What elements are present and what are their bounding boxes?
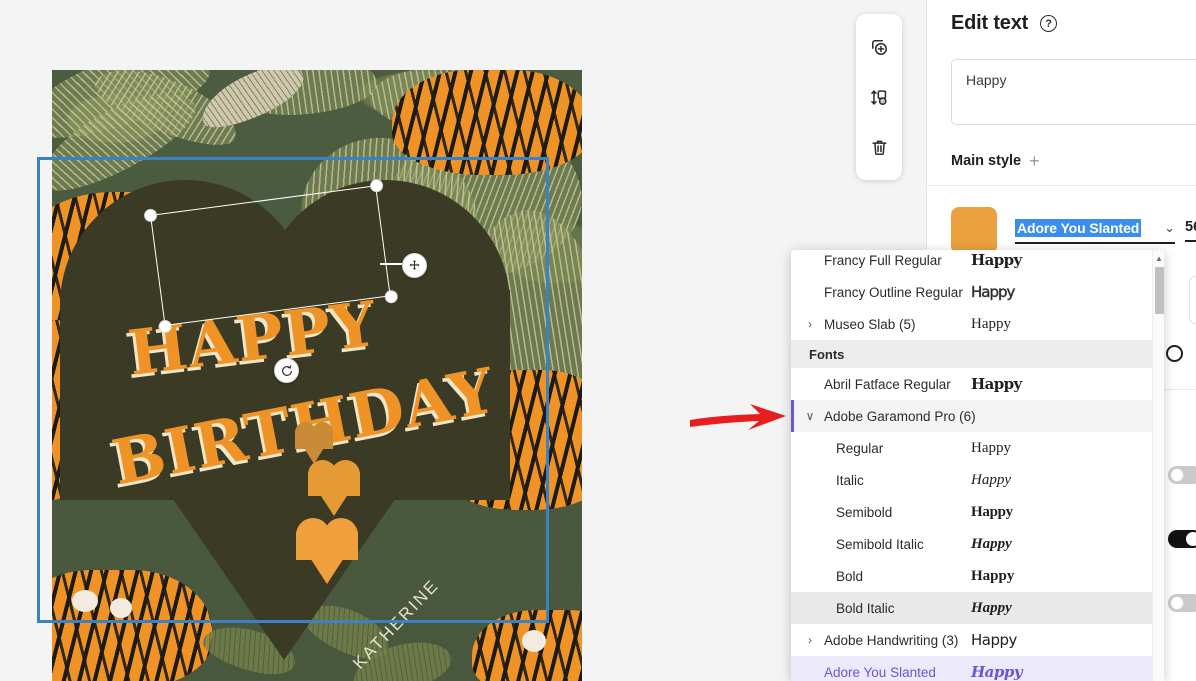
font-dropdown-item[interactable]: Abril Fatface Regular Happy: [791, 368, 1153, 400]
tiger-figure: [392, 70, 582, 175]
panel-header: Edit text ?: [951, 12, 1058, 35]
app-root: HAPPY BIRTHDAY: [0, 0, 1196, 681]
decorative-heart-small: [295, 422, 333, 464]
font-dropdown-item-label: Adobe Garamond Pro (6): [824, 408, 976, 424]
resize-handle-top-left[interactable]: [143, 208, 158, 223]
font-preview-sample: Happy: [971, 251, 1022, 269]
toggle-knob: [1186, 532, 1196, 546]
main-style-label: Main style: [951, 153, 1022, 169]
svg-text:KATHERINE: KATHERINE: [352, 576, 443, 673]
decorative-heart-large: [296, 518, 358, 584]
font-preview-sample: Happy: [971, 315, 1011, 332]
font-dropdown-item[interactable]: Francy Outline Regular Happy: [791, 276, 1153, 308]
font-dropdown-item-label: Regular: [836, 440, 884, 456]
toggle-option-3[interactable]: [1168, 594, 1196, 612]
dropdown-scrollbar[interactable]: ▲: [1152, 250, 1164, 681]
duplicate-icon[interactable]: [863, 31, 895, 63]
curved-name-label: KATHERINE: [352, 576, 441, 673]
page-title: Edit text: [951, 12, 1029, 34]
font-dropdown-item-label: Francy Full Regular: [824, 252, 942, 268]
font-preview-sample: Happy: [971, 375, 1022, 393]
toggle-option-1[interactable]: [1168, 466, 1196, 484]
font-preview-sample: Happy: [971, 503, 1013, 520]
toggle-option-2[interactable]: [1168, 530, 1196, 548]
font-preview-sample: Happy: [971, 283, 1016, 302]
font-preview-sample: Happy: [971, 567, 1015, 584]
font-dropdown-item-label: Bold: [836, 568, 864, 584]
toggle-knob: [1170, 468, 1184, 482]
font-dropdown-item[interactable]: Semibold Italic Happy: [791, 528, 1153, 560]
font-preview-sample: Happy: [971, 535, 1012, 552]
font-dropdown-item-label: Italic: [836, 472, 864, 488]
delete-icon[interactable]: [863, 131, 895, 163]
arrange-icon[interactable]: [863, 81, 895, 113]
duplicate-glyph: [871, 39, 887, 55]
font-dropdown-item-label: Francy Outline Regular: [824, 284, 963, 300]
panel-divider: [927, 185, 1196, 186]
font-dropdown-item-label: Semibold Italic: [836, 536, 924, 552]
letter-spacing-button[interactable]: VA: [1189, 276, 1196, 324]
font-dropdown-item[interactable]: ∨ Adobe Garamond Pro (6): [791, 400, 1153, 432]
arrange-glyph: [870, 89, 887, 105]
chevron-right-icon[interactable]: ›: [803, 634, 817, 646]
font-family-value: Adore You Slanted: [1015, 219, 1142, 237]
font-dropdown-item-label: Semibold: [836, 504, 893, 520]
font-dropdown-item[interactable]: Francy Full Regular Happy: [791, 250, 1153, 276]
font-family-select[interactable]: Adore You Slanted ⌄: [1015, 219, 1175, 244]
font-dropdown-item[interactable]: › Museo Slab (5) Happy: [791, 308, 1153, 340]
font-dropdown-item-label: Adobe Handwriting (3): [824, 632, 959, 648]
curved-name-text[interactable]: KATHERINE: [352, 500, 572, 680]
text-color-swatch[interactable]: [951, 207, 997, 254]
rotate-glyph: [281, 364, 292, 376]
shape-circle-option-icon[interactable]: [1166, 345, 1183, 362]
toggle-knob: [1170, 596, 1184, 610]
font-dropdown-section-header[interactable]: Fonts: [791, 340, 1153, 368]
font-dropdown-item[interactable]: Semibold Happy: [791, 496, 1153, 528]
font-dropdown-item[interactable]: Bold Happy: [791, 560, 1153, 592]
font-dropdown-item-label: Museo Slab (5): [824, 316, 916, 332]
artboard[interactable]: HAPPY BIRTHDAY: [52, 70, 582, 681]
move-handle-connector: [380, 263, 402, 265]
font-family-dropdown[interactable]: Francy Full Regular Happy Francy Outline R…: [791, 250, 1164, 681]
font-preview-sample: Happy: [971, 599, 1012, 616]
font-dropdown-item[interactable]: Regular Happy: [791, 432, 1153, 464]
font-dropdown-item-label: Abril Fatface Regular: [824, 376, 951, 392]
chevron-right-icon[interactable]: ›: [803, 318, 817, 330]
chevron-down-icon[interactable]: ∨: [803, 410, 817, 422]
font-preview-sample: Happy: [971, 439, 1011, 456]
font-dropdown-item[interactable]: › Adobe Handwriting (3) Happy: [791, 624, 1153, 656]
font-dropdown-item-label: Bold Italic: [836, 600, 895, 616]
font-dropdown-item[interactable]: Adore You Slanted Happy: [791, 656, 1153, 681]
font-size-input[interactable]: 56.: [1185, 219, 1196, 242]
chevron-down-icon[interactable]: ⌄: [1164, 220, 1175, 236]
font-preview-sample: Happy: [971, 471, 1011, 488]
add-style-icon[interactable]: +: [1029, 152, 1040, 170]
font-dropdown-item-label: Adore You Slanted: [824, 664, 936, 680]
font-preview-sample: Happy: [971, 663, 1023, 681]
text-content-input[interactable]: [951, 59, 1196, 125]
font-dropdown-item[interactable]: Bold Italic Happy: [791, 592, 1153, 624]
font-dropdown-item[interactable]: Italic Happy: [791, 464, 1153, 496]
element-action-toolbar[interactable]: [856, 14, 902, 180]
scroll-up-arrow-icon[interactable]: ▲: [1153, 252, 1164, 264]
rotate-icon[interactable]: [274, 358, 299, 383]
delete-glyph: [871, 140, 887, 155]
help-icon[interactable]: ?: [1040, 15, 1058, 32]
canvas-area[interactable]: HAPPY BIRTHDAY: [0, 0, 800, 681]
move-arrows-glyph: [409, 260, 420, 270]
main-style-row: Main style +: [951, 152, 1040, 170]
font-preview-sample: Happy: [971, 631, 1017, 649]
scrollbar-thumb[interactable]: [1155, 267, 1164, 314]
move-arrows-icon[interactable]: [402, 253, 427, 278]
font-dropdown-item-label: Fonts: [809, 346, 845, 362]
